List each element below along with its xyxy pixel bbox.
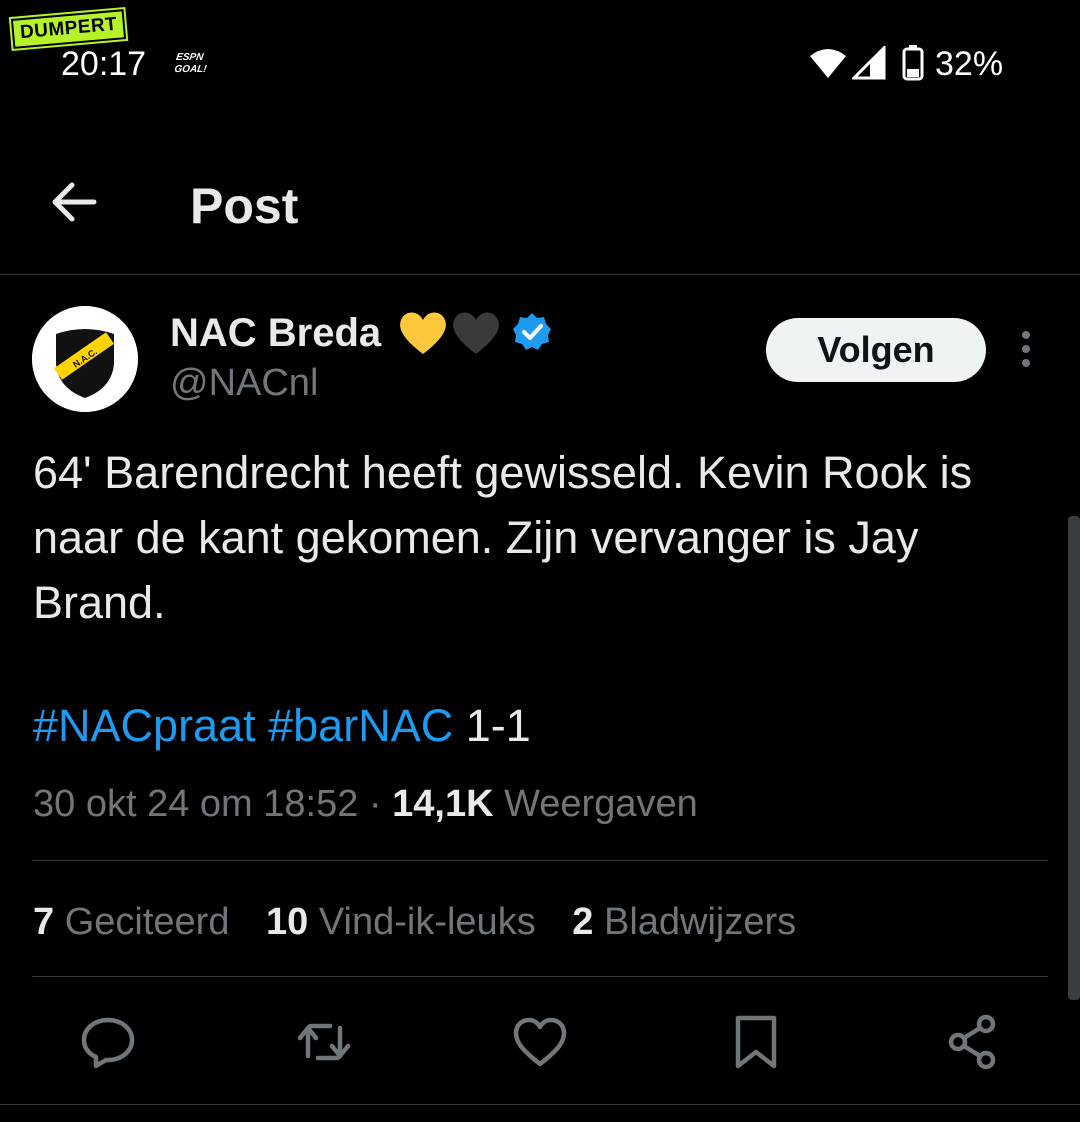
dumpert-watermark: DUMPERT [10, 9, 127, 49]
bookmarks-label: Bladwijzers [603, 901, 797, 943]
post-stats: 7 Geciteerd 10 Vind-ik-leuks 2 Bladwijze… [33, 898, 822, 946]
likes-count: 10 [266, 901, 309, 943]
likes-label: Vind-ik-leuks [318, 901, 536, 943]
more-options-icon[interactable] [1016, 330, 1036, 370]
repost-icon[interactable] [296, 1014, 352, 1070]
like-icon[interactable] [512, 1014, 568, 1070]
views-label: Weergaven [504, 783, 698, 825]
hearts-emoji-icon [400, 312, 499, 354]
battery-icon [902, 45, 924, 81]
bookmark-icon[interactable] [728, 1014, 784, 1070]
author-handle[interactable]: @NACnl [170, 360, 318, 406]
avatar[interactable]: N.A.C. [32, 306, 138, 412]
stats-divider [32, 976, 1048, 977]
likes-stat[interactable]: 10 Vind-ik-leuks [266, 901, 536, 943]
nac-logo-icon: N.A.C. [32, 306, 138, 412]
bookmarks-stat[interactable]: 2 Bladwijzers [572, 901, 796, 943]
bookmarks-count: 2 [572, 901, 594, 943]
page-title: Post [190, 178, 299, 234]
arrow-left-icon[interactable] [50, 180, 98, 224]
wifi-icon [810, 49, 846, 78]
post-meta: 30 okt 24 om 18:52 · 14,1K Weergaven [33, 780, 698, 828]
meta-divider [32, 860, 1048, 861]
share-icon[interactable] [944, 1014, 1000, 1070]
follow-button[interactable]: Volgen [766, 318, 986, 382]
post-text: 64' Barendrecht heeft gewisseld. Kevin R… [33, 447, 973, 628]
author-name[interactable]: NAC Breda [170, 310, 381, 356]
scrollbar[interactable] [1068, 516, 1080, 1000]
battery-percentage: 32% [935, 45, 1004, 83]
post-timestamp[interactable]: 30 okt 24 om 18:52 [33, 783, 358, 825]
hashtag-link[interactable]: #NACpraat [33, 700, 256, 751]
status-time: 20:17 [61, 45, 147, 83]
header-divider [0, 274, 1080, 275]
espn-goal-notification-icon: ESPN GOAL! [173, 52, 208, 75]
views-count: 14,1K [392, 783, 494, 825]
quotes-stat[interactable]: 7 Geciteerd [33, 901, 229, 943]
post-hashtags-line: #NACpraat #barNAC 1-1 [33, 696, 531, 756]
quotes-count: 7 [33, 901, 55, 943]
bottom-divider [0, 1104, 1080, 1105]
meta-separator: · [368, 783, 382, 825]
signal-icon [852, 46, 886, 80]
score-text: 1-1 [465, 700, 531, 751]
reply-icon[interactable] [80, 1014, 136, 1070]
quotes-label: Geciteerd [64, 901, 230, 943]
hashtag-link[interactable]: #barNAC [268, 700, 453, 751]
verified-badge-icon [513, 313, 551, 350]
